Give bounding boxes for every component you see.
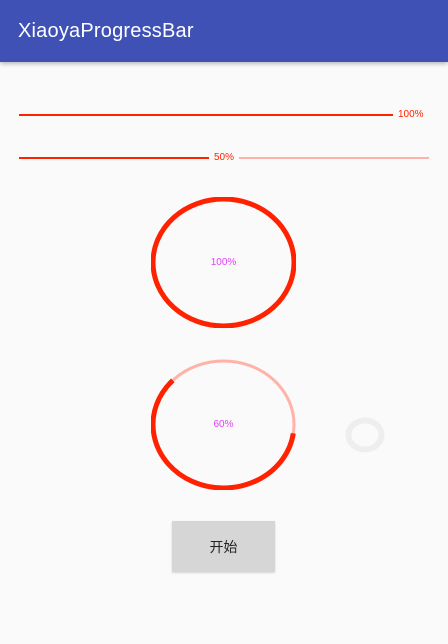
progress-reached-segment (19, 114, 393, 116)
progress-unreached-segment (239, 157, 429, 159)
circle-percent-label: 100% (210, 257, 237, 268)
app-bar: XiaoyaProgressBar (0, 0, 448, 62)
start-button[interactable]: 开始 (172, 521, 275, 572)
circle-progress-partial: 60% (151, 359, 296, 490)
progress-percent-label: 100% (398, 109, 424, 120)
circle-percent-label: 60% (213, 419, 234, 430)
progress-percent-label: 50% (214, 152, 235, 163)
loading-spinner (344, 416, 386, 454)
progress-reached-segment (19, 157, 209, 159)
horizontal-progress-bar-half: 50% (19, 152, 429, 164)
horizontal-progress-bar-full: 100% (19, 109, 429, 121)
spinner-ring-icon (345, 417, 385, 453)
circle-progress-full: 100% (151, 197, 296, 328)
app-title: XiaoyaProgressBar (18, 19, 194, 42)
